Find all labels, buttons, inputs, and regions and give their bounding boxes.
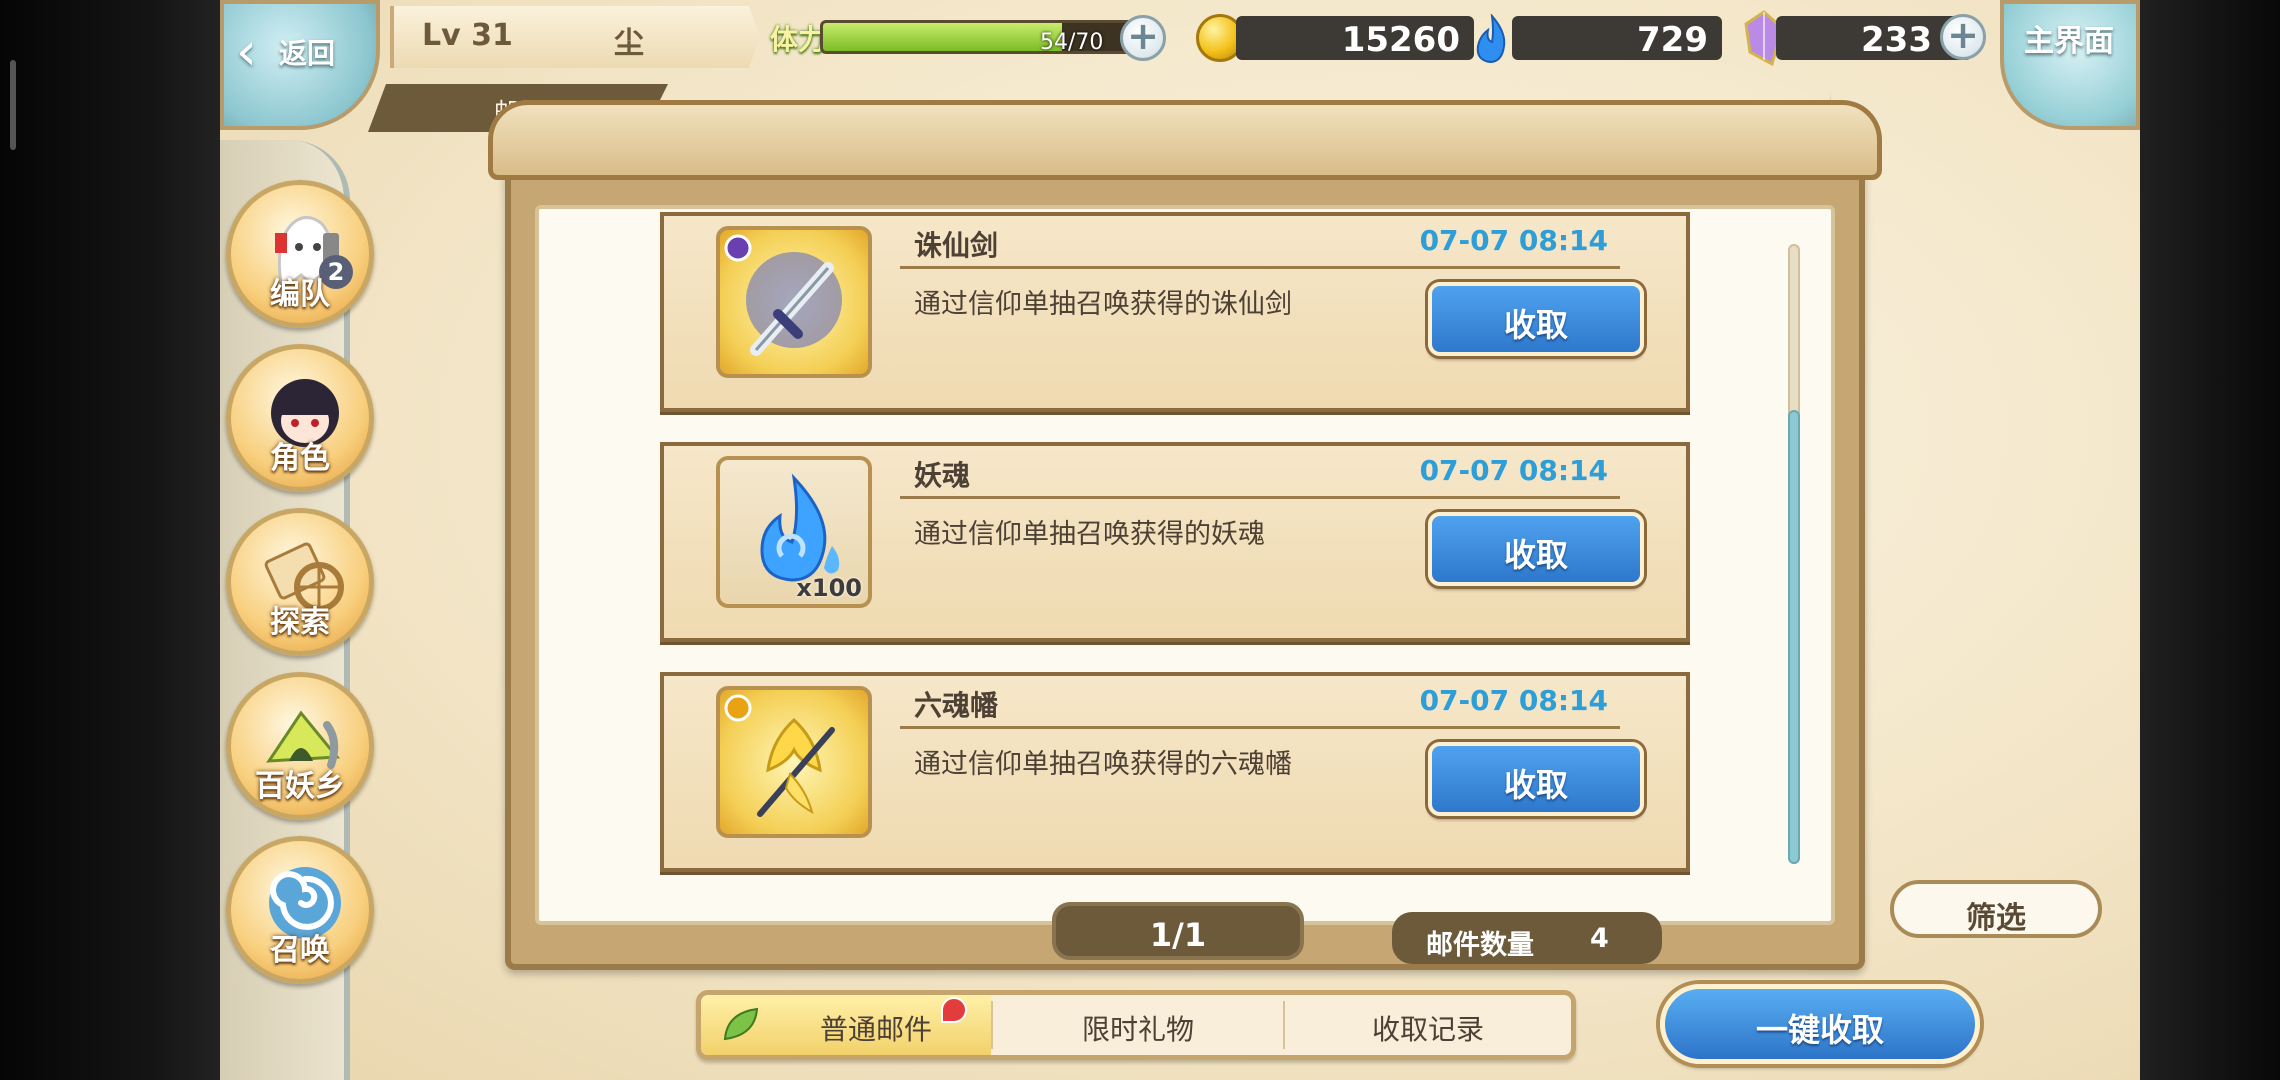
mail-attachment-thumb[interactable]: x100 — [716, 456, 872, 608]
player-level: Lv 31 — [422, 18, 513, 53]
filter-button[interactable]: 筛选 — [1890, 880, 2102, 938]
home-label: 主界面 — [2024, 24, 2114, 59]
tab-claim-history[interactable]: 收取记录 — [1285, 995, 1571, 1055]
claim-all-label: 一键收取 — [1755, 1011, 1884, 1049]
sidebar-item-label: 角色 — [270, 441, 330, 476]
tab-normal-mail[interactable]: 普通邮件 — [701, 995, 991, 1055]
back-button[interactable]: ‹ 返回 — [220, 0, 380, 130]
divider — [900, 496, 1620, 499]
mail-item: x100 妖魂 07-07 08:14 通过信仰单抽召唤获得的妖魂 收取 — [660, 442, 1690, 642]
page-indicator: 1/1 — [1149, 916, 1207, 954]
mail-count-value: 4 — [1590, 923, 1609, 954]
mail-item: 诛仙剑 07-07 08:14 通过信仰单抽召唤获得的诛仙剑 收取 — [660, 212, 1690, 412]
divider — [900, 726, 1620, 729]
stamina-fill — [823, 23, 1062, 51]
mail-title: 妖魂 — [914, 459, 971, 492]
banner-icon — [724, 694, 835, 817]
gold-value: 15260 — [1341, 20, 1460, 60]
pagination: 1/1 — [1052, 902, 1304, 960]
home-button[interactable]: 主界面 — [2000, 0, 2140, 130]
mail-description: 通过信仰单抽召唤获得的六魂幡 — [914, 749, 1292, 780]
mail-attachment-thumb[interactable] — [716, 226, 872, 378]
sidebar-item-explore[interactable]: 探索 — [226, 508, 374, 656]
add-crystal-button[interactable]: + — [1940, 14, 1986, 60]
mail-tab-bar: 普通邮件 限时礼物 收取记录 — [696, 990, 1576, 1060]
sidebar-item-label: 召唤 — [270, 933, 330, 968]
system-handle[interactable] — [10, 60, 16, 150]
back-arrow-icon: ‹ — [236, 22, 257, 82]
crystal-value: 233 — [1861, 20, 1932, 60]
sidebar-item-summon[interactable]: 召唤 — [226, 836, 374, 984]
mail-description: 通过信仰单抽召唤获得的妖魂 — [914, 519, 1265, 550]
sidebar-item-label: 探索 — [270, 605, 330, 640]
panel-scroll-top — [488, 100, 1882, 180]
claim-label: 收取 — [1503, 536, 1568, 574]
stamina-label: 体力 — [770, 23, 827, 56]
sidebar-item-label: 编队 — [270, 277, 330, 312]
claim-button[interactable]: 收取 — [1428, 512, 1644, 586]
mail-attachment-thumb[interactable] — [716, 686, 872, 838]
gold-bar: 15260 — [1236, 16, 1474, 60]
filter-label: 筛选 — [1966, 901, 2026, 936]
blue-soul-icon — [1476, 14, 1506, 64]
soul-bar: 729 — [1512, 16, 1722, 60]
sidebar-item-character[interactable]: 角色 — [226, 344, 374, 492]
game-viewport: ✦ ✦ 2 编队 角色 探索 — [220, 0, 2140, 1080]
player-level-plate: Lv 31 尘 — [390, 6, 760, 68]
attachment-count: x100 — [796, 574, 862, 602]
mail-description: 通过信仰单抽召唤获得的诛仙剑 — [914, 289, 1292, 320]
scrollbar-thumb[interactable] — [1788, 410, 1800, 864]
letterbox-left — [0, 0, 220, 1080]
mail-time: 07-07 08:14 — [1419, 454, 1608, 487]
tab-label: 限时礼物 — [1081, 1013, 1194, 1046]
sidebar-item-label: 百妖乡 — [255, 769, 345, 804]
back-label: 返回 — [279, 37, 336, 70]
notification-dot-icon — [941, 997, 967, 1023]
sidebar-item-yokai-village[interactable]: 百妖乡 — [226, 672, 374, 820]
mail-item: 六魂幡 07-07 08:14 通过信仰单抽召唤获得的六魂幡 收取 — [660, 672, 1690, 872]
claim-all-button[interactable]: 一键收取 — [1660, 984, 1980, 1064]
mail-time: 07-07 08:14 — [1419, 224, 1608, 257]
claim-label: 收取 — [1503, 766, 1568, 804]
mail-time: 07-07 08:14 — [1419, 684, 1608, 717]
add-stamina-button[interactable]: + — [1120, 15, 1166, 61]
stamina-value: 54/70 — [1040, 30, 1104, 55]
soul-value: 729 — [1637, 20, 1708, 60]
claim-button[interactable]: 收取 — [1428, 742, 1644, 816]
player-name: 尘 — [614, 26, 644, 61]
divider — [900, 266, 1620, 269]
mail-title: 六魂幡 — [914, 689, 999, 722]
mail-count-pill: 邮件数量 4 — [1392, 912, 1662, 964]
sidebar-item-team[interactable]: 2 编队 — [226, 180, 374, 328]
claim-button[interactable]: 收取 — [1428, 282, 1644, 356]
letterbox-right — [2140, 0, 2280, 1080]
tab-label: 普通邮件 — [819, 1013, 932, 1046]
claim-label: 收取 — [1503, 306, 1568, 344]
sword-icon — [724, 234, 842, 356]
tab-label: 收取记录 — [1371, 1013, 1484, 1046]
mail-title: 诛仙剑 — [914, 229, 999, 262]
tab-limited-gifts[interactable]: 限时礼物 — [993, 995, 1283, 1055]
mail-count-label: 邮件数量 — [1426, 930, 1534, 961]
